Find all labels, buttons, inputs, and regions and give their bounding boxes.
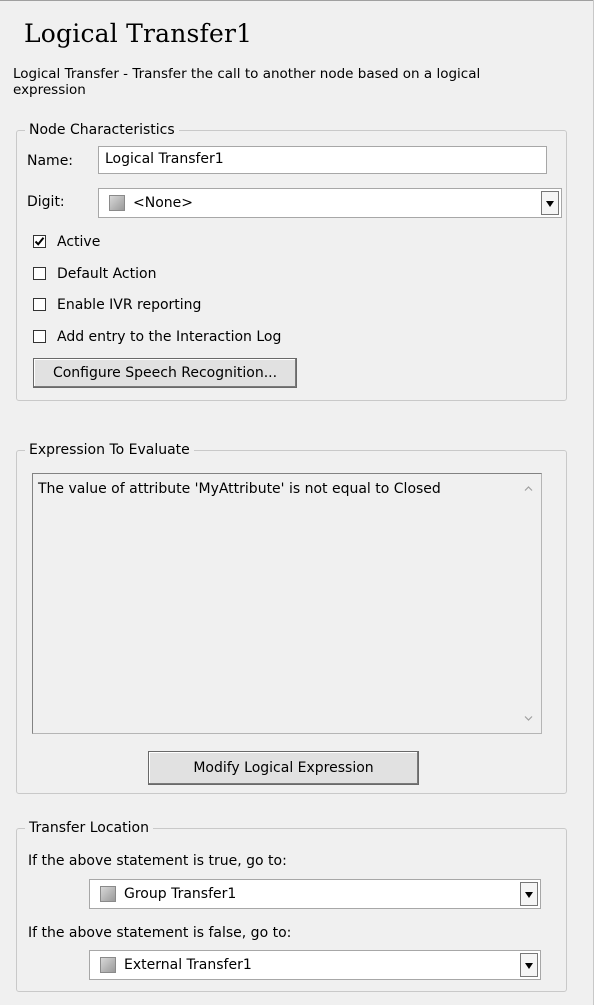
enable-ivr-reporting-checkbox[interactable] bbox=[33, 298, 46, 311]
scroll-down-icon[interactable] bbox=[524, 714, 533, 723]
digit-label: Digit: bbox=[27, 194, 65, 210]
top-border bbox=[0, 0, 594, 1]
digit-value: <None> bbox=[133, 195, 193, 211]
node-characteristics-group: Node Characteristics Name: Logical Trans… bbox=[16, 121, 567, 401]
checkmark-icon bbox=[34, 237, 45, 246]
default-action-label: Default Action bbox=[57, 266, 157, 282]
true-branch-dropdown[interactable]: Group Transfer1 bbox=[89, 879, 541, 909]
dropdown-arrow-icon[interactable] bbox=[541, 191, 559, 215]
true-branch-label: If the above statement is true, go to: bbox=[28, 853, 287, 869]
dropdown-arrow-icon[interactable] bbox=[520, 882, 538, 906]
dropdown-arrow-icon[interactable] bbox=[520, 953, 538, 977]
false-branch-value: External Transfer1 bbox=[124, 957, 252, 973]
interaction-log-label: Add entry to the Interaction Log bbox=[57, 329, 282, 345]
name-field[interactable]: Logical Transfer1 bbox=[98, 146, 547, 174]
page-title: Logical Transfer1 bbox=[24, 19, 253, 48]
name-label: Name: bbox=[27, 153, 74, 169]
true-branch-value: Group Transfer1 bbox=[124, 886, 237, 902]
digit-dropdown[interactable]: <None> bbox=[98, 188, 562, 218]
transfer-location-group: Transfer Location If the above statement… bbox=[16, 819, 567, 992]
active-label: Active bbox=[57, 234, 101, 250]
node-characteristics-legend: Node Characteristics bbox=[25, 121, 179, 139]
node-swatch-icon bbox=[100, 886, 116, 902]
interaction-log-checkbox[interactable] bbox=[33, 330, 46, 343]
enable-ivr-reporting-label: Enable IVR reporting bbox=[57, 297, 202, 313]
node-description: Logical Transfer - Transfer the call to … bbox=[13, 66, 481, 98]
expression-legend: Expression To Evaluate bbox=[25, 441, 194, 459]
node-swatch-icon bbox=[100, 957, 116, 973]
modify-logical-expression-button[interactable]: Modify Logical Expression bbox=[148, 751, 419, 785]
expression-textarea[interactable]: The value of attribute 'MyAttribute' is … bbox=[32, 473, 542, 734]
expression-text: The value of attribute 'MyAttribute' is … bbox=[38, 481, 441, 497]
scroll-up-icon[interactable] bbox=[524, 484, 533, 493]
false-branch-label: If the above statement is false, go to: bbox=[28, 925, 292, 941]
node-swatch-icon bbox=[109, 195, 125, 211]
default-action-checkbox[interactable] bbox=[33, 267, 46, 280]
expression-group: Expression To Evaluate The value of attr… bbox=[16, 441, 567, 794]
transfer-location-legend: Transfer Location bbox=[25, 819, 153, 837]
active-checkbox[interactable] bbox=[33, 235, 46, 248]
configure-speech-recognition-button[interactable]: Configure Speech Recognition... bbox=[33, 358, 297, 388]
false-branch-dropdown[interactable]: External Transfer1 bbox=[89, 950, 541, 980]
